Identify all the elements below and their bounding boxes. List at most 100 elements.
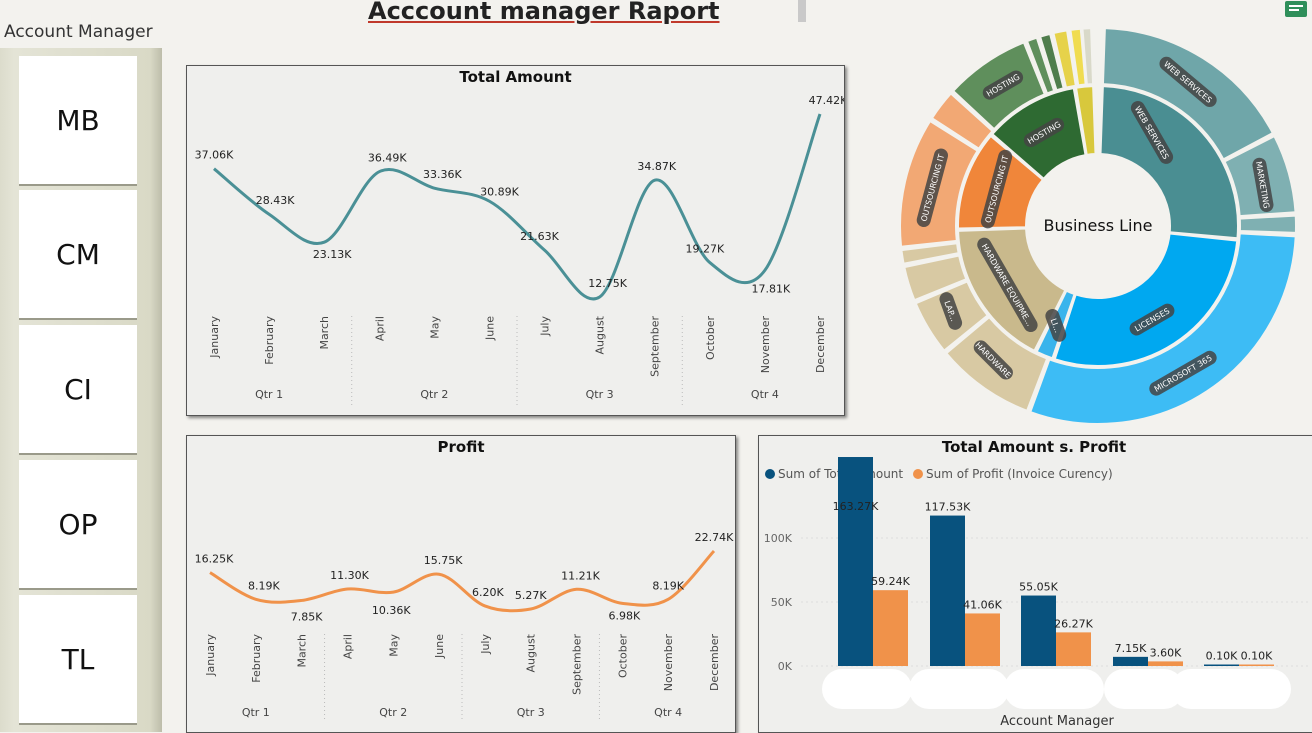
data-label: 11.30K bbox=[330, 569, 369, 582]
month-tick-label: November bbox=[662, 634, 675, 692]
amount-vs-profit-panel: Total Amount s. Profit Sum of Total Amou… bbox=[758, 435, 1312, 733]
bar bbox=[1239, 664, 1274, 666]
month-tick-label: June bbox=[433, 634, 446, 659]
month-tick-label: April bbox=[373, 316, 386, 341]
month-tick-label: January bbox=[204, 634, 217, 677]
data-label: 6.98K bbox=[609, 609, 641, 622]
bar-data-label: 163.27K bbox=[833, 500, 879, 513]
data-label: 15.75K bbox=[424, 554, 463, 567]
bar bbox=[873, 590, 908, 666]
legend-label-profit: Sum of Profit (Invoice Curency) bbox=[926, 467, 1113, 481]
month-tick-label: August bbox=[525, 633, 538, 672]
bar-data-label: 41.06K bbox=[963, 598, 1002, 611]
data-label: 11.21K bbox=[561, 569, 600, 582]
data-label: 21.63K bbox=[520, 230, 559, 243]
redacted-name bbox=[822, 669, 912, 709]
quarter-tick-label: Qtr 2 bbox=[420, 388, 448, 401]
slicer-item-mb[interactable]: MB bbox=[19, 56, 137, 186]
slicer-label: Account Manager bbox=[4, 22, 153, 42]
month-tick-label: September bbox=[649, 316, 662, 377]
bar bbox=[1113, 656, 1148, 666]
data-label: 30.89K bbox=[480, 185, 519, 198]
quarter-tick-label: Qtr 3 bbox=[517, 706, 545, 719]
bar-data-label: 0.10K bbox=[1241, 650, 1273, 663]
redacted-name bbox=[909, 669, 1009, 709]
quarter-tick-label: Qtr 4 bbox=[654, 706, 682, 719]
data-label: 17.81K bbox=[752, 282, 791, 295]
business-line-sunburst[interactable]: Business LineWEB SERVICESLICENSESLI...HA… bbox=[888, 16, 1308, 436]
data-label: 7.85K bbox=[291, 610, 323, 623]
month-tick-label: November bbox=[759, 316, 772, 374]
month-tick-label: April bbox=[341, 634, 354, 659]
month-tick-label: March bbox=[318, 316, 331, 350]
profit-panel: Profit 16.25K 8.19K 7.85K 11.30K 10.36K 15.75… bbox=[186, 435, 736, 733]
bar-data-label: 26.27K bbox=[1054, 617, 1093, 630]
data-label: 34.87K bbox=[637, 160, 676, 173]
y-tick-label: 0K bbox=[778, 660, 793, 673]
series-line bbox=[213, 113, 822, 301]
bar bbox=[1148, 661, 1183, 666]
report-title: Acccount manager Raport bbox=[368, 0, 720, 25]
month-tick-label: August bbox=[594, 315, 607, 354]
bar-data-label: 59.24K bbox=[871, 575, 910, 588]
bar bbox=[1204, 664, 1239, 666]
total-amount-panel: Total Amount 37.06K 28.43K 23.13K 36.49K 33.… bbox=[186, 65, 845, 416]
month-tick-label: October bbox=[704, 316, 717, 360]
data-label: 23.13K bbox=[313, 248, 352, 261]
quarter-tick-label: Qtr 2 bbox=[379, 706, 407, 719]
data-label: 19.27K bbox=[685, 243, 724, 256]
bar-data-label: 55.05K bbox=[1019, 581, 1058, 594]
data-label: 28.43K bbox=[256, 194, 295, 207]
month-tick-label: May bbox=[387, 634, 400, 657]
bar-data-label: 3.60K bbox=[1150, 646, 1182, 659]
month-tick-label: February bbox=[250, 634, 263, 683]
bar bbox=[838, 457, 873, 666]
data-label: 8.19K bbox=[248, 579, 280, 592]
month-tick-label: June bbox=[483, 316, 496, 341]
bar-data-label: 117.53K bbox=[925, 501, 971, 514]
data-label: 5.27K bbox=[515, 589, 547, 602]
profit-chart[interactable]: 16.25K 8.19K 7.85K 11.30K 10.36K 15.75K 6.20K 5… bbox=[187, 436, 735, 732]
slicer-item-cm[interactable]: CM bbox=[19, 190, 137, 320]
y-tick-label: 50K bbox=[771, 596, 793, 609]
month-tick-label: September bbox=[571, 634, 584, 695]
data-label: 37.06K bbox=[195, 149, 234, 162]
month-tick-label: December bbox=[708, 634, 721, 692]
redacted-name bbox=[1004, 669, 1104, 709]
legend-marker-total bbox=[765, 469, 775, 479]
data-label: 12.75K bbox=[588, 277, 627, 290]
bar bbox=[965, 613, 1000, 666]
slicer-item-op[interactable]: OP bbox=[19, 460, 137, 590]
month-tick-label: February bbox=[263, 316, 276, 365]
y-tick-label: 100K bbox=[764, 532, 793, 545]
month-tick-label: May bbox=[428, 316, 441, 339]
month-tick-label: January bbox=[208, 316, 221, 359]
bar bbox=[1056, 632, 1091, 666]
slicer-item-tl[interactable]: TL bbox=[19, 595, 137, 725]
month-tick-label: July bbox=[539, 316, 552, 337]
bar-data-label: 7.15K bbox=[1115, 642, 1147, 655]
month-tick-label: October bbox=[616, 634, 629, 678]
bar bbox=[930, 515, 965, 666]
slicer-item-ci[interactable]: CI bbox=[19, 325, 137, 455]
quarter-tick-label: Qtr 1 bbox=[242, 706, 270, 719]
data-label: 22.74K bbox=[695, 531, 734, 544]
data-label: 33.36K bbox=[423, 168, 462, 181]
sunburst-center-label: Business Line bbox=[1044, 216, 1153, 235]
quarter-tick-label: Qtr 1 bbox=[255, 388, 283, 401]
quarter-tick-label: Qtr 3 bbox=[586, 388, 614, 401]
outer-ring-segment bbox=[1238, 214, 1297, 234]
data-label: 16.25K bbox=[195, 553, 234, 566]
account-manager-slicer: MB CM CI OP TL bbox=[0, 48, 162, 732]
data-label: 8.19K bbox=[652, 579, 684, 592]
month-tick-label: July bbox=[479, 634, 492, 655]
legend-marker-profit bbox=[913, 469, 923, 479]
redacted-name bbox=[1171, 669, 1291, 709]
data-label: 47.42K bbox=[809, 94, 844, 107]
title-divider bbox=[798, 0, 806, 22]
data-label: 36.49K bbox=[368, 152, 407, 165]
bar bbox=[1021, 595, 1056, 666]
data-label: 6.20K bbox=[472, 586, 504, 599]
month-tick-label: March bbox=[296, 634, 309, 668]
total-amount-chart[interactable]: 37.06K 28.43K 23.13K 36.49K 33.36K 30.89K 21.6… bbox=[187, 66, 844, 415]
